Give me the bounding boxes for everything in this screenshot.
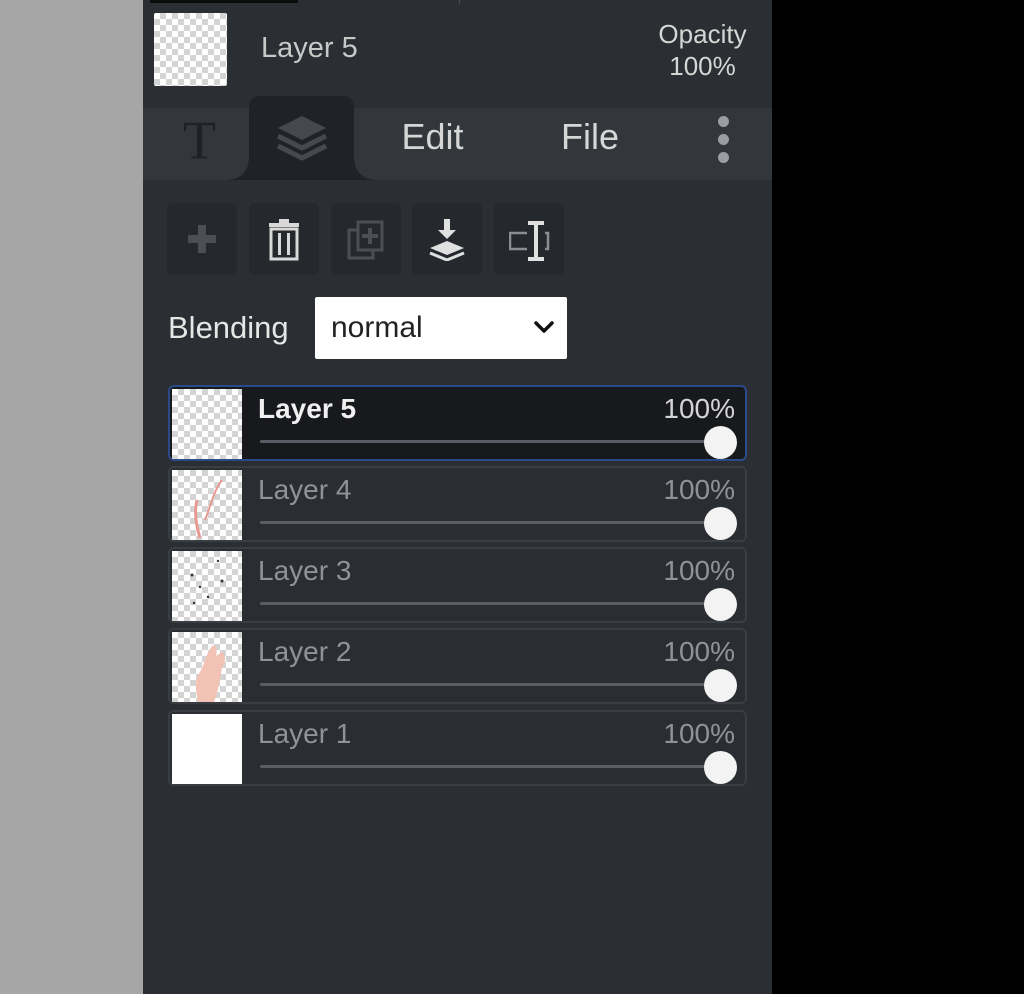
merge-down-icon: [429, 219, 465, 261]
layer-row-1[interactable]: Layer 1 100%: [168, 710, 747, 786]
layer-opacity-slider[interactable]: [260, 602, 710, 605]
rename-layer-button[interactable]: [494, 203, 564, 275]
layer-thumbnail: [172, 714, 242, 784]
slider-knob[interactable]: [704, 426, 737, 459]
current-layer-opacity[interactable]: Opacity 100%: [640, 18, 765, 82]
slider-knob[interactable]: [704, 751, 737, 784]
canvas-area[interactable]: [0, 0, 143, 994]
layer-thumbnail: [172, 470, 242, 540]
duplicate-layer-button[interactable]: [331, 203, 401, 275]
current-layer-name: Layer 5: [261, 32, 358, 64]
text-tool-icon: T: [183, 110, 216, 170]
chevron-down-icon: [534, 321, 554, 333]
blending-selected-value: normal: [331, 311, 423, 344]
layer-opacity-slider[interactable]: [260, 440, 710, 443]
opacity-label: Opacity: [658, 19, 747, 49]
layer-thumbnail: [172, 551, 242, 621]
layer-name: Layer 5: [258, 393, 357, 424]
kebab-menu-icon[interactable]: [710, 112, 736, 166]
layer-opacity-value: 100%: [663, 636, 735, 667]
tab-layers[interactable]: [229, 96, 374, 180]
add-layer-button[interactable]: [167, 203, 237, 275]
layer-opacity-slider[interactable]: [260, 683, 710, 686]
layer-row-4[interactable]: Layer 4 100%: [168, 466, 747, 542]
layer-opacity-value: 100%: [663, 555, 735, 586]
layer-row-2[interactable]: Layer 2 100%: [168, 628, 747, 704]
layer-name: Layer 3: [258, 555, 352, 586]
delete-layer-button[interactable]: [249, 203, 319, 275]
slider-knob[interactable]: [704, 669, 737, 702]
outer-background: [772, 0, 1024, 994]
blending-select[interactable]: normal: [315, 297, 567, 359]
blending-label: Blending: [168, 310, 289, 345]
layer-thumbnail: [172, 389, 242, 459]
dark-dots-thumb: [190, 559, 224, 605]
layer-name: Layer 4: [258, 474, 352, 505]
add-layer-icon: [188, 225, 216, 253]
pink-strokes-thumb: [194, 479, 223, 539]
layer-name: Layer 2: [258, 636, 352, 667]
opacity-value: 100%: [669, 51, 736, 81]
layer-opacity-value: 100%: [663, 474, 735, 505]
layer-row-3[interactable]: Layer 3 100%: [168, 547, 747, 623]
current-layer-thumbnail[interactable]: [154, 13, 227, 86]
layer-name: Layer 1: [258, 718, 352, 749]
tab-file[interactable]: File: [545, 114, 635, 160]
trash-icon: [269, 219, 299, 261]
top-divider-tick: [459, 0, 460, 4]
duplicate-icon: [347, 220, 384, 260]
merge-down-button[interactable]: [412, 203, 482, 275]
top-divider: [150, 0, 298, 3]
tab-text[interactable]: T: [177, 108, 222, 172]
skin-hand-thumb: [196, 645, 225, 702]
layer-opacity-value: 100%: [663, 718, 735, 749]
layer-opacity-slider[interactable]: [260, 765, 710, 768]
tab-edit[interactable]: Edit: [385, 114, 480, 160]
layer-opacity-value: 100%: [663, 393, 735, 424]
layer-thumbnail: [172, 632, 242, 702]
layer-opacity-slider[interactable]: [260, 521, 710, 524]
rename-icon: [509, 221, 550, 261]
layers-stack-icon: [276, 116, 328, 161]
slider-knob[interactable]: [704, 507, 737, 540]
slider-knob[interactable]: [704, 588, 737, 621]
layer-row-5[interactable]: Layer 5 100%: [168, 385, 747, 461]
